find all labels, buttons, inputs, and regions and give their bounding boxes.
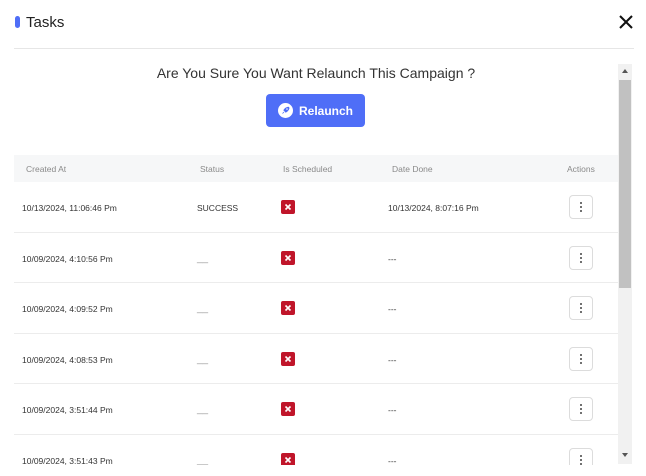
vertical-scrollbar[interactable] <box>618 64 632 464</box>
created-at-cell: 10/09/2024, 3:51:44 Pm <box>22 405 113 415</box>
table-row: 10/09/2024, 3:51:44 Pm __ --- <box>14 384 618 435</box>
scheduled-false-icon <box>281 200 295 214</box>
col-actions: Actions <box>567 164 595 174</box>
modal-title: Tasks <box>26 14 65 31</box>
modal-header: Tasks <box>0 0 646 48</box>
kebab-menu-icon <box>580 454 582 457</box>
date-done-cell: --- <box>388 304 397 314</box>
created-at-cell: 10/09/2024, 4:10:56 Pm <box>22 253 113 264</box>
table-row: 10/13/2024, 11:06:46 Pm SUCCESS 10/13/2024… <box>14 182 618 233</box>
scroll-thumb[interactable] <box>619 80 631 288</box>
status-cell: __ <box>197 353 209 365</box>
row-actions-button[interactable] <box>569 346 593 371</box>
table-row: 10/09/2024, 4:08:53 Pm __ --- <box>14 334 618 384</box>
date-done-cell: --- <box>388 253 397 264</box>
date-done-cell: 10/13/2024, 8:07:16 Pm <box>388 203 479 213</box>
relaunch-button-label: Relaunch <box>298 103 353 118</box>
tasks-table: Created At Status Is Scheduled Date Done… <box>14 155 618 465</box>
table-row: 10/09/2024, 4:10:56 Pm __ --- <box>14 233 618 283</box>
kebab-menu-icon <box>580 353 582 356</box>
date-done-cell: --- <box>388 455 397 466</box>
row-actions-button[interactable] <box>569 296 593 320</box>
status-cell: __ <box>197 404 209 415</box>
created-at-cell: 10/13/2024, 11:06:46 Pm <box>22 203 117 213</box>
table-row: 10/09/2024, 3:51:43 Pm __ --- <box>14 435 618 466</box>
date-done-cell: --- <box>388 354 397 365</box>
status-cell: __ <box>197 454 209 466</box>
row-actions-button[interactable] <box>569 245 593 270</box>
col-created-at: Created At <box>26 164 67 174</box>
scheduled-false-icon <box>281 301 295 315</box>
created-at-cell: 10/09/2024, 4:09:52 Pm <box>22 304 113 314</box>
status-cell: __ <box>197 303 209 314</box>
tasks-modal: Tasks Are You Sure You Want Relaunch Thi… <box>0 0 646 476</box>
close-button[interactable] <box>617 13 635 31</box>
kebab-menu-icon <box>580 202 582 204</box>
header-divider <box>14 48 634 49</box>
kebab-menu-icon <box>580 303 582 305</box>
col-is-scheduled: Is Scheduled <box>283 164 333 174</box>
row-actions-button[interactable] <box>569 397 593 421</box>
kebab-menu-icon <box>580 252 582 255</box>
scroll-up-arrow-icon[interactable] <box>618 64 632 78</box>
modal-content: Are You Sure You Want Relaunch This Camp… <box>14 62 618 465</box>
scheduled-false-icon <box>281 452 295 465</box>
close-icon <box>619 15 633 29</box>
relaunch-button[interactable]: Relaunch <box>266 94 365 127</box>
created-at-cell: 10/09/2024, 4:08:53 Pm <box>22 354 113 365</box>
relaunch-confirm-question: Are You Sure You Want Relaunch This Camp… <box>156 65 476 81</box>
col-date-done: Date Done <box>392 164 433 174</box>
created-at-cell: 10/09/2024, 3:51:43 Pm <box>22 455 113 466</box>
scheduled-false-icon <box>281 402 295 416</box>
scheduled-false-icon <box>281 351 295 366</box>
table-row: 10/09/2024, 4:09:52 Pm __ --- <box>14 283 618 334</box>
date-done-cell: --- <box>388 405 397 415</box>
row-actions-button[interactable] <box>569 195 593 219</box>
scheduled-false-icon <box>281 250 295 265</box>
row-actions-button[interactable] <box>569 447 593 465</box>
rocket-icon <box>277 103 293 118</box>
title-accent-bar <box>15 16 20 28</box>
col-status: Status <box>200 164 225 174</box>
scroll-down-arrow-icon[interactable] <box>618 448 632 462</box>
table-header: Created At Status Is Scheduled Date Done… <box>14 155 618 182</box>
status-cell: SUCCESS <box>197 203 239 213</box>
kebab-menu-icon <box>580 404 582 406</box>
status-cell: __ <box>197 252 209 264</box>
